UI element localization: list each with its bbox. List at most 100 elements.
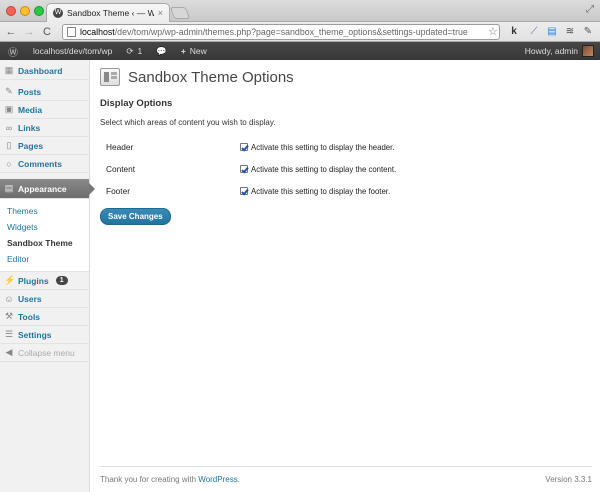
submenu-item-editor[interactable]: Editor	[0, 251, 89, 267]
plugin-icon: ⚡	[4, 275, 16, 285]
menu-item-plugins[interactable]: ⚡ Plugins 1	[0, 272, 89, 290]
menu-item-appearance[interactable]: ▤ Appearance	[0, 179, 95, 199]
dashboard-icon: ▦	[4, 65, 14, 75]
updates-count: 1	[137, 46, 143, 56]
comment-icon: ○	[6, 158, 12, 169]
menu-item-dashboard[interactable]: ▦ Dashboard	[0, 62, 89, 80]
section-description: Select which areas of content you wish t…	[100, 118, 276, 127]
collapse-menu-button[interactable]: ◀ Collapse menu	[0, 344, 89, 362]
option-field: Activate this setting to display the con…	[240, 165, 396, 174]
page-icon: ▯	[6, 140, 12, 150]
submenu-item-themes[interactable]: Themes	[0, 203, 89, 219]
window-controls	[6, 6, 44, 16]
page-title: Sandbox Theme Options	[128, 68, 294, 86]
footer-thanks-prefix: Thank you for creating with	[100, 475, 199, 484]
menu-label: Pages	[18, 140, 44, 151]
appearance-icon: ▤	[4, 183, 14, 193]
my-account-link[interactable]: Howdy, admin	[525, 45, 594, 57]
wordpress-logo-icon[interactable]: Ⓦ	[0, 44, 26, 59]
site-name-link[interactable]: localhost/dev/tom/wp	[26, 46, 119, 56]
show-content-checkbox[interactable]	[240, 165, 248, 173]
avatar	[582, 45, 594, 57]
plugins-update-badge: 1	[55, 276, 68, 285]
close-window-button[interactable]	[6, 6, 16, 16]
reload-icon[interactable]: C	[40, 26, 54, 38]
browser-tab-bar: W Sandbox Theme ‹ — WordPress × ⤢	[0, 0, 600, 22]
media-icon: ▣	[4, 104, 14, 114]
main-content: Sandbox Theme Options Display Options Se…	[100, 60, 592, 225]
menu-item-links[interactable]: ∞ Links	[0, 119, 89, 137]
new-content-link[interactable]: + New	[174, 46, 214, 56]
admin-menu: ▦ Dashboard ✎ Posts ▣ Media ∞ Links ▯ Pa…	[0, 60, 95, 492]
menu-label: Dashboard	[18, 65, 63, 76]
option-label: Content	[106, 164, 136, 174]
bookmark-star-icon[interactable]: ☆	[488, 25, 498, 38]
option-row-footer: Footer Activate this setting to display …	[100, 180, 592, 202]
save-changes-button[interactable]: Save Changes	[100, 208, 171, 225]
browser-tab[interactable]: W Sandbox Theme ‹ — WordPress ×	[46, 3, 170, 22]
checkbox-label[interactable]: Activate this setting to display the hea…	[251, 143, 394, 152]
layers-extension-icon[interactable]: ≋	[564, 25, 576, 38]
menu-item-media[interactable]: ▣ Media	[0, 101, 89, 119]
menu-label: Appearance	[18, 183, 67, 194]
menu-label: Plugins	[18, 275, 49, 286]
address-bar[interactable]: localhost/dev/tom/wp/wp-admin/themes.php…	[62, 24, 500, 40]
back-icon[interactable]: ←	[4, 26, 18, 38]
submenu-item-sandbox-theme[interactable]: Sandbox Theme	[0, 235, 89, 251]
updates-icon: ⟳	[126, 45, 134, 56]
option-row-header: Header Activate this setting to display …	[100, 136, 592, 158]
updates-link[interactable]: ⟳ 1	[119, 46, 149, 57]
eyedropper-extension-icon[interactable]: ⟋	[528, 25, 540, 38]
menu-item-settings[interactable]: ☰ Settings	[0, 326, 89, 344]
submenu-item-widgets[interactable]: Widgets	[0, 219, 89, 235]
new-label: New	[189, 46, 207, 56]
show-footer-checkbox[interactable]	[240, 187, 248, 195]
menu-label: Comments	[18, 158, 62, 169]
new-tab-button[interactable]	[169, 7, 191, 19]
zoom-window-button[interactable]	[34, 6, 44, 16]
wordpress-favicon-icon: W	[53, 8, 63, 18]
collapse-arrow-icon: ◀	[5, 347, 13, 357]
users-icon: ☺	[4, 293, 14, 304]
menu-item-pages[interactable]: ▯ Pages	[0, 137, 89, 155]
menu-label: Posts	[18, 86, 42, 97]
howdy-text: Howdy, admin	[524, 46, 578, 56]
appearance-submenu: Themes Widgets Sandbox Theme Editor	[0, 199, 89, 272]
show-header-checkbox[interactable]	[240, 143, 248, 151]
checkbox-label[interactable]: Activate this setting to display the foo…	[251, 187, 390, 196]
page-heading: Sandbox Theme Options	[100, 68, 592, 86]
menu-item-tools[interactable]: ⚒ Tools	[0, 308, 89, 326]
menu-item-comments[interactable]: ○ Comments	[0, 155, 89, 173]
wordpress-link[interactable]: WordPress	[198, 475, 237, 484]
menu-item-users[interactable]: ☺ Users	[0, 290, 89, 308]
collapse-label: Collapse menu	[18, 347, 75, 358]
pin-icon: ✎	[5, 86, 13, 96]
option-label: Header	[106, 142, 134, 152]
menu-label: Media	[18, 104, 43, 115]
comment-bubble-icon: 💬	[156, 45, 167, 56]
options-table: Header Activate this setting to display …	[100, 136, 592, 202]
plus-icon: +	[180, 46, 186, 56]
comments-link[interactable]: 💬	[149, 46, 174, 57]
appearance-page-icon	[100, 68, 120, 86]
minimize-window-button[interactable]	[20, 6, 30, 16]
menu-label: Users	[18, 293, 42, 304]
checkbox-label[interactable]: Activate this setting to display the con…	[251, 165, 396, 174]
url-path: /dev/tom/wp/wp-admin/themes.php?page=san…	[114, 27, 468, 37]
url-host: localhost	[80, 27, 115, 37]
wp-admin-bar: Ⓦ localhost/dev/tom/wp ⟳ 1 💬 + New Howdy…	[0, 42, 600, 60]
fullscreen-icon[interactable]: ⤢	[586, 4, 594, 15]
footer-thanks-suffix: .	[237, 475, 240, 484]
section-title: Display Options	[100, 98, 173, 109]
forward-icon[interactable]: →	[22, 26, 36, 38]
admin-footer: Thank you for creating with WordPress. V…	[100, 466, 592, 484]
wrench-icon[interactable]: ✎	[582, 25, 594, 38]
menu-item-posts[interactable]: ✎ Posts	[0, 83, 89, 101]
klout-extension-icon[interactable]: k	[508, 25, 520, 38]
menu-label: Tools	[18, 311, 41, 322]
menu-label: Settings	[18, 329, 52, 340]
version-text: Version 3.3.1	[545, 475, 592, 484]
screen-extension-icon[interactable]: ▤	[546, 25, 558, 38]
page-icon	[67, 27, 76, 37]
close-tab-icon[interactable]: ×	[158, 8, 163, 18]
